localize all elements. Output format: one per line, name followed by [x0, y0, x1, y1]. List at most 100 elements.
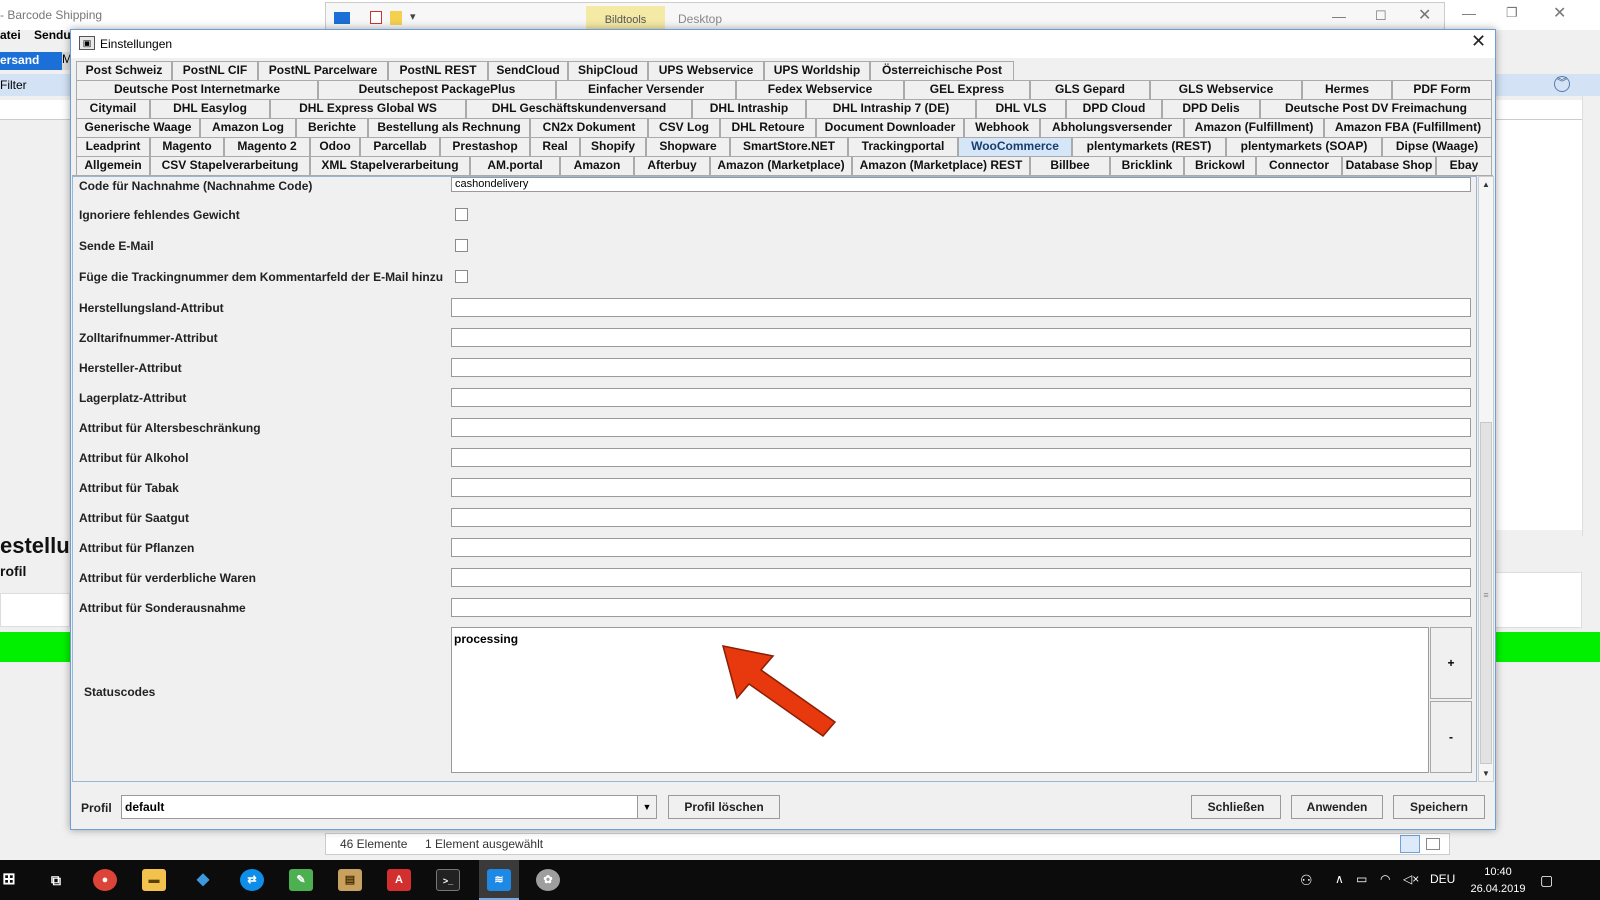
alkohol-attribut-input[interactable] — [451, 448, 1471, 467]
profil-select[interactable]: default — [121, 795, 638, 819]
tab-cn2x-dokument[interactable]: CN2x Dokument — [530, 118, 648, 137]
barcode-shipping-icon[interactable]: ≋ — [487, 869, 511, 891]
tab-prestashop[interactable]: Prestashop — [440, 137, 530, 156]
tab-gls-gepard[interactable]: GLS Gepard — [1030, 80, 1150, 99]
tab-postnl-parcelware[interactable]: PostNL Parcelware — [258, 61, 388, 80]
scroll-down-arrow-icon[interactable]: ▼ — [1479, 766, 1493, 781]
tab-einfacher-versender[interactable]: Einfacher Versender — [556, 80, 736, 99]
delete-profile-button[interactable]: Profil löschen — [668, 795, 780, 819]
tab-generische-waage[interactable]: Generische Waage — [76, 118, 200, 137]
tab-abholungsversender[interactable]: Abholungsversender — [1040, 118, 1184, 137]
pflanzen-attribut-input[interactable] — [451, 538, 1471, 557]
package-icon[interactable]: ▤ — [338, 869, 362, 891]
tab-dhl-vls[interactable]: DHL VLS — [976, 99, 1066, 118]
vscode-icon[interactable]: ◆ — [191, 869, 215, 891]
chevron-up-icon[interactable]: ∧ — [1335, 872, 1344, 886]
tab-webhook[interactable]: Webhook — [964, 118, 1040, 137]
tab-shipcloud[interactable]: ShipCloud — [568, 61, 648, 80]
tab-shopify[interactable]: Shopify — [580, 137, 646, 156]
statuscode-item[interactable]: processing — [454, 632, 518, 646]
tab-trackingportal[interactable]: Trackingportal — [848, 137, 958, 156]
close-button[interactable]: Schließen — [1191, 795, 1281, 819]
tab-ups-webservice[interactable]: UPS Webservice — [648, 61, 764, 80]
lagerplatz-attribut-input[interactable] — [451, 388, 1471, 407]
chevron-double-down-icon[interactable]: ︾ — [1554, 76, 1570, 92]
notepad-icon[interactable]: ✎ — [289, 869, 313, 891]
background-restore-button[interactable]: ❐ — [1506, 5, 1518, 21]
tab-deutschepost-packageplus[interactable]: Deutschepost PackagePlus — [318, 80, 556, 99]
tab-oesterreichische-post[interactable]: Österreichische Post — [870, 61, 1014, 80]
send-email-checkbox[interactable] — [455, 239, 468, 252]
tab-connector[interactable]: Connector — [1256, 156, 1342, 175]
tab-postnl-rest[interactable]: PostNL REST — [388, 61, 488, 80]
tab-gel-express[interactable]: GEL Express — [904, 80, 1030, 99]
saatgut-attribut-input[interactable] — [451, 508, 1471, 527]
tab-csv-log[interactable]: CSV Log — [648, 118, 720, 137]
tab-ups-worldship[interactable]: UPS Worldship — [764, 61, 870, 80]
tracking-comment-checkbox[interactable] — [455, 270, 468, 283]
sonderausnahme-attribut-input[interactable] — [451, 598, 1471, 617]
tab-berichte[interactable]: Berichte — [296, 118, 368, 137]
tab-magento[interactable]: Magento — [150, 137, 224, 156]
tab-billbee[interactable]: Billbee — [1030, 156, 1110, 175]
herstellungsland-attribut-input[interactable] — [451, 298, 1471, 317]
remove-statuscode-button[interactable]: - — [1430, 701, 1472, 773]
battery-icon[interactable]: ▭ — [1356, 872, 1367, 886]
scroll-up-arrow-icon[interactable]: ▲ — [1479, 177, 1493, 192]
tab-dpd-delis[interactable]: DPD Delis — [1162, 99, 1260, 118]
paint-icon[interactable]: ✿ — [536, 869, 560, 891]
background-scrollbar[interactable] — [1582, 96, 1598, 536]
tab-real[interactable]: Real — [530, 137, 580, 156]
task-view-icon[interactable]: ⧉ — [44, 869, 68, 891]
save-button[interactable]: Speichern — [1393, 795, 1485, 819]
tab-dhl-easylog[interactable]: DHL Easylog — [150, 99, 270, 118]
tab-parcellab[interactable]: Parcellab — [360, 137, 440, 156]
background-minimize-button[interactable]: — — [1462, 5, 1476, 21]
tab-dhl-geschaeftskundenversand[interactable]: DHL Geschäftskundenversand — [466, 99, 692, 118]
ignore-weight-checkbox[interactable] — [455, 208, 468, 221]
tab-csv-stapelverarbeitung[interactable]: CSV Stapelverarbeitung — [150, 156, 310, 175]
tab-deutsche-post-internetmarke[interactable]: Deutsche Post Internetmarke — [76, 80, 318, 99]
people-icon[interactable]: ⚇ — [1300, 872, 1313, 889]
tab-amazon-marketplace[interactable]: Amazon (Marketplace) — [710, 156, 852, 175]
hersteller-attribut-input[interactable] — [451, 358, 1471, 377]
clock-time[interactable]: 10:40 — [1468, 866, 1528, 878]
tab-post-schweiz[interactable]: Post Schweiz — [76, 61, 172, 80]
tab-bestellung-als-rechnung[interactable]: Bestellung als Rechnung — [368, 118, 530, 137]
tab-amazon-fulfillment[interactable]: Amazon (Fulfillment) — [1184, 118, 1324, 137]
add-statuscode-button[interactable]: + — [1430, 627, 1472, 699]
terminal-icon[interactable]: >_ — [436, 869, 460, 891]
tab-gls-webservice[interactable]: GLS Webservice — [1150, 80, 1302, 99]
background-close-button[interactable]: ✕ — [1553, 3, 1566, 23]
tab-magento-2[interactable]: Magento 2 — [224, 137, 310, 156]
tab-ebay[interactable]: Ebay — [1436, 156, 1492, 175]
tabak-attribut-input[interactable] — [451, 478, 1471, 497]
dropdown-arrow-icon[interactable]: ▾ — [410, 10, 416, 23]
explorer-maximize-button[interactable]: ☐ — [1375, 8, 1387, 24]
tab-dhl-intraship-7-de[interactable]: DHL Intraship 7 (DE) — [806, 99, 976, 118]
large-icons-view-icon[interactable] — [1426, 838, 1440, 850]
tab-hermes[interactable]: Hermes — [1302, 80, 1392, 99]
tab-database-shop[interactable]: Database Shop — [1342, 156, 1436, 175]
file-explorer-icon[interactable]: ▬ — [142, 869, 166, 891]
menu-item-datei[interactable]: atei — [0, 28, 21, 42]
menu-item-sendung[interactable]: Sendu — [34, 28, 71, 42]
tab-sendcloud[interactable]: SendCloud — [488, 61, 568, 80]
tab-amazon[interactable]: Amazon — [560, 156, 634, 175]
tab-dhl-intraship[interactable]: DHL Intraship — [692, 99, 806, 118]
tab-dhl-express-global-ws[interactable]: DHL Express Global WS — [270, 99, 466, 118]
background-tab-versand[interactable]: ersand — [0, 52, 62, 70]
folder-icon[interactable] — [390, 11, 402, 25]
chrome-icon[interactable]: ● — [93, 869, 117, 891]
explorer-close-button[interactable]: ✕ — [1418, 5, 1431, 25]
verderbliche-waren-attribut-input[interactable] — [451, 568, 1471, 587]
teamviewer-icon[interactable]: ⇄ — [240, 869, 264, 891]
wifi-icon[interactable]: ◠ — [1380, 872, 1390, 886]
tab-deutsche-post-dv-freimachung[interactable]: Deutsche Post DV Freimachung — [1260, 99, 1492, 118]
tab-amazon-marketplace-rest[interactable]: Amazon (Marketplace) REST — [852, 156, 1030, 175]
tab-plentymarkets-rest[interactable]: plentymarkets (REST) — [1072, 137, 1226, 156]
explorer-minimize-button[interactable]: — — [1332, 8, 1346, 24]
notifications-icon[interactable]: ▢ — [1540, 872, 1553, 889]
apply-button[interactable]: Anwenden — [1291, 795, 1383, 819]
tab-document-downloader[interactable]: Document Downloader — [816, 118, 964, 137]
